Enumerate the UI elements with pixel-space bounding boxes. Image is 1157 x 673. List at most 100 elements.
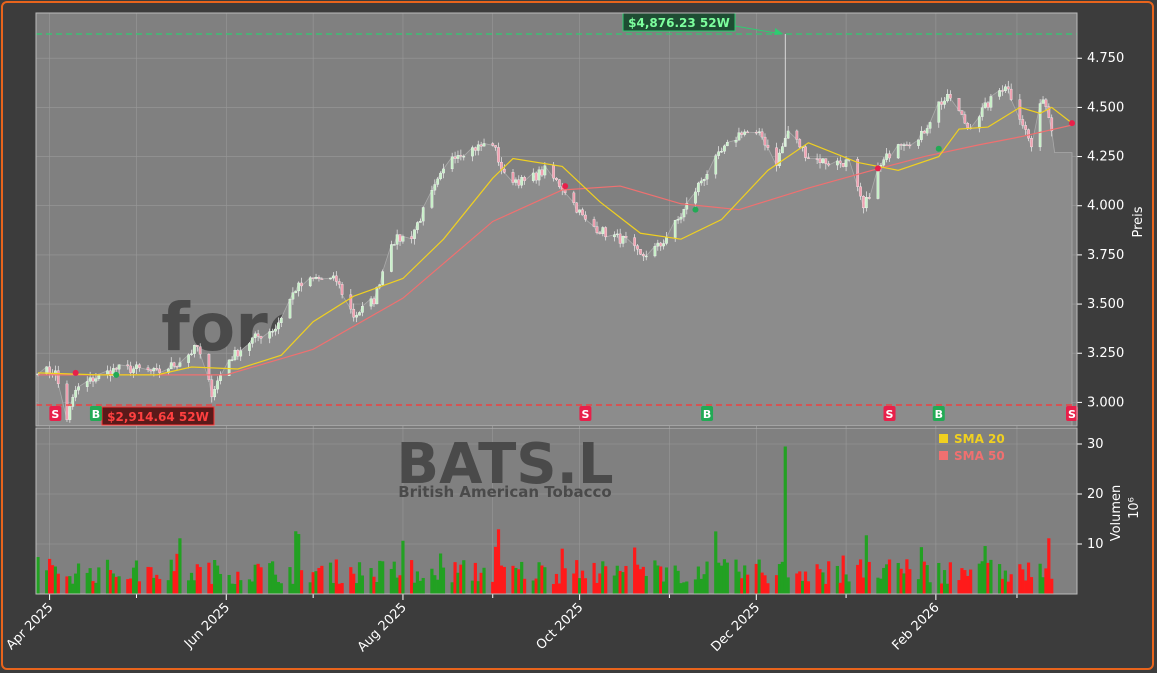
- volume-bar: [149, 567, 153, 594]
- volume-bar: [592, 562, 596, 594]
- candle-body: [1044, 99, 1048, 107]
- candle-body: [694, 191, 697, 204]
- volume-bar: [378, 560, 382, 594]
- volume-bar: [963, 570, 967, 594]
- volume-bar: [1029, 577, 1034, 594]
- candle-body: [856, 159, 860, 187]
- candle-body: [340, 284, 344, 295]
- volume-bar: [763, 575, 767, 594]
- candle-body: [673, 220, 677, 238]
- volume-bar: [1021, 569, 1025, 594]
- volume-bar: [635, 564, 640, 594]
- volume-bar: [105, 559, 110, 594]
- volume-bar: [618, 570, 622, 594]
- volume-bar: [861, 577, 866, 594]
- candle-body: [474, 147, 477, 151]
- candle-body: [540, 169, 544, 176]
- candle-body: [375, 287, 379, 305]
- candle-body: [917, 139, 920, 146]
- candle-body: [418, 220, 422, 223]
- volume-bar: [1044, 568, 1048, 594]
- volume-bar: [612, 575, 616, 594]
- candle-body: [641, 254, 645, 257]
- volume-bar: [398, 575, 402, 594]
- volume-bar: [864, 535, 868, 594]
- candle-body: [604, 227, 608, 238]
- volume-bar: [641, 566, 645, 594]
- volume-bar: [169, 559, 173, 594]
- candle-body: [236, 350, 240, 357]
- volume-bar: [88, 568, 92, 594]
- x-tick-label: Aug 2025: [355, 600, 410, 655]
- volume-bar: [369, 568, 373, 594]
- volume-bar: [433, 575, 437, 594]
- volume-bar: [476, 581, 480, 594]
- volume-bar: [522, 578, 527, 594]
- candle-body: [187, 354, 190, 363]
- candle-body: [572, 192, 576, 204]
- volume-bar: [331, 582, 336, 594]
- candle-body: [838, 160, 842, 164]
- candle-body: [766, 144, 770, 148]
- candle-body: [882, 159, 886, 166]
- volume-bar: [575, 560, 579, 594]
- candle-body: [734, 139, 738, 143]
- candle-body: [381, 271, 385, 285]
- candle-body: [491, 143, 495, 146]
- candle-body: [288, 299, 292, 319]
- candle-body: [613, 234, 616, 238]
- volume-bar: [882, 567, 886, 594]
- candle-body: [615, 233, 619, 236]
- candle-body: [949, 94, 952, 99]
- y-tick-label: 4.250: [1087, 150, 1124, 165]
- candle-body: [899, 144, 903, 146]
- candle-body: [413, 229, 416, 239]
- candle-body: [743, 131, 747, 135]
- candle-body: [74, 390, 78, 398]
- signal-label: S: [581, 408, 589, 421]
- candle-body: [699, 180, 703, 184]
- volume-bar: [795, 573, 799, 594]
- candle-body: [798, 139, 802, 148]
- crossover-dot: [113, 371, 120, 378]
- candle-body: [714, 155, 718, 175]
- volume-bar: [977, 563, 981, 594]
- candle-body: [442, 168, 445, 174]
- candle-body: [239, 350, 243, 357]
- volume-bar: [94, 582, 98, 594]
- candle-body: [662, 243, 665, 247]
- price-volume-chart: forexsignale.trade BATS.L British Americ…: [4, 12, 1146, 655]
- volume-bar: [783, 446, 787, 594]
- volume-bar: [583, 578, 588, 594]
- candle-body: [697, 182, 700, 193]
- candle-body: [844, 159, 848, 167]
- candle-body: [943, 100, 946, 105]
- signal-label: B: [703, 408, 711, 421]
- candle-body: [1041, 99, 1045, 104]
- candle-body: [106, 370, 109, 375]
- candle-body: [636, 245, 639, 250]
- volume-bar: [922, 561, 926, 594]
- volume-bar: [780, 561, 784, 594]
- candle-body: [1001, 90, 1004, 92]
- volume-bar: [806, 581, 811, 594]
- volume-bar: [879, 578, 883, 594]
- candle-body: [334, 275, 338, 282]
- candle-body: [250, 337, 254, 344]
- candle-body: [401, 236, 405, 242]
- candle-body: [172, 362, 176, 367]
- candle-body: [395, 234, 399, 245]
- candle-body: [862, 196, 865, 209]
- candle-body: [502, 168, 506, 173]
- volume-bar: [395, 577, 399, 594]
- volume-bar: [595, 582, 599, 594]
- candle-body: [575, 202, 579, 213]
- candle-body: [190, 353, 193, 355]
- volume-bar: [624, 565, 628, 594]
- candle-body: [653, 246, 657, 257]
- candle-body: [601, 227, 605, 234]
- candle-body: [920, 130, 923, 140]
- candle-body: [723, 145, 726, 152]
- candle-body: [520, 177, 524, 186]
- candle-body: [888, 153, 891, 159]
